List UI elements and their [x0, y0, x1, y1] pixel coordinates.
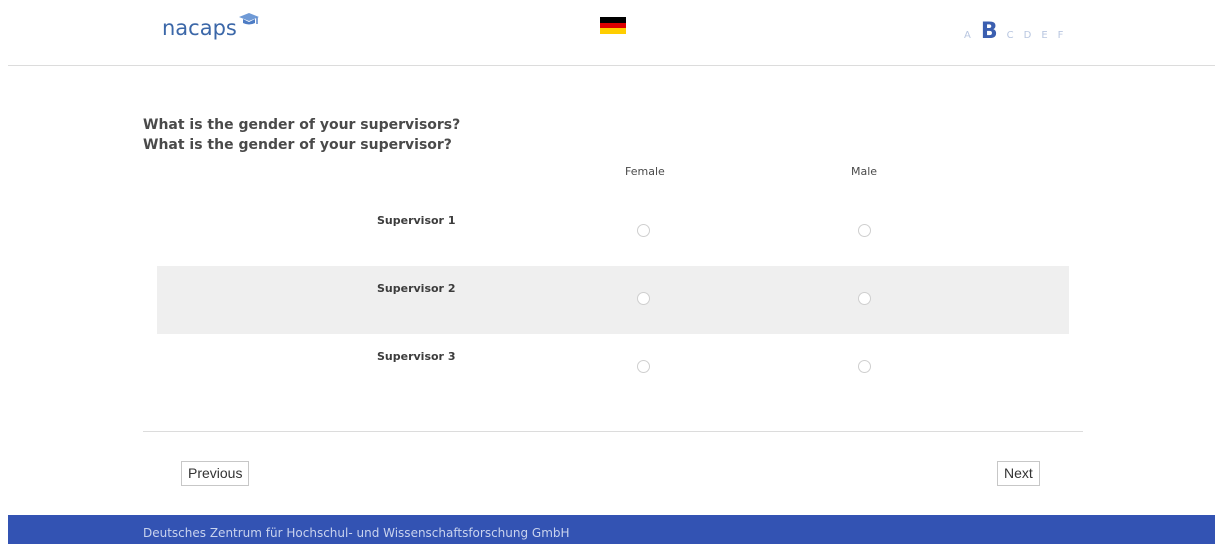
- nacaps-logo[interactable]: nacaps: [162, 10, 260, 46]
- survey-page: nacaps A B C D E F What is the gender of…: [0, 0, 1215, 544]
- supervisor-1-female-radio[interactable]: [637, 224, 650, 237]
- section-b-current: B: [980, 19, 999, 44]
- question-line-plural: What is the gender of your supervisors?: [143, 117, 461, 133]
- supervisor-2-male-radio[interactable]: [858, 292, 871, 305]
- section-a: A: [964, 30, 972, 41]
- row-label: Supervisor 1: [377, 214, 456, 227]
- footer-organization-text: Deutsches Zentrum für Hochschul- und Wis…: [143, 526, 570, 540]
- section-d: D: [1023, 30, 1033, 41]
- matrix-row-supervisor-1: Supervisor 1: [157, 198, 1069, 266]
- row-label: Supervisor 2: [377, 282, 456, 295]
- question-text: What is the gender of your supervisors? …: [143, 115, 460, 155]
- supervisor-3-female-radio[interactable]: [637, 360, 650, 373]
- row-label: Supervisor 3: [377, 350, 456, 363]
- supervisor-3-male-radio[interactable]: [858, 360, 871, 373]
- section-e: E: [1041, 30, 1049, 41]
- next-button[interactable]: Next: [997, 461, 1040, 486]
- matrix-row-supervisor-2: Supervisor 2: [157, 266, 1069, 334]
- header-divider: [8, 65, 1215, 66]
- matrix-row-supervisor-3: Supervisor 3: [157, 334, 1069, 402]
- column-header-female: Female: [625, 165, 665, 178]
- section-c: C: [1006, 30, 1015, 41]
- column-header-male: Male: [851, 165, 878, 178]
- footer: Deutsches Zentrum für Hochschul- und Wis…: [8, 515, 1215, 544]
- logo-text: nacaps: [162, 16, 237, 40]
- previous-button[interactable]: Previous: [181, 461, 250, 486]
- section-progress: A B C D E F: [964, 19, 1073, 44]
- section-f: F: [1057, 30, 1065, 41]
- question-line-singular: What is the gender of your supervisor?: [143, 137, 452, 153]
- header: nacaps A B C D E F: [0, 0, 1215, 66]
- content-divider: [143, 431, 1083, 432]
- german-flag-icon[interactable]: [600, 17, 626, 35]
- supervisor-2-female-radio[interactable]: [637, 292, 650, 305]
- graduation-cap-icon: [238, 12, 260, 34]
- supervisor-1-male-radio[interactable]: [858, 224, 871, 237]
